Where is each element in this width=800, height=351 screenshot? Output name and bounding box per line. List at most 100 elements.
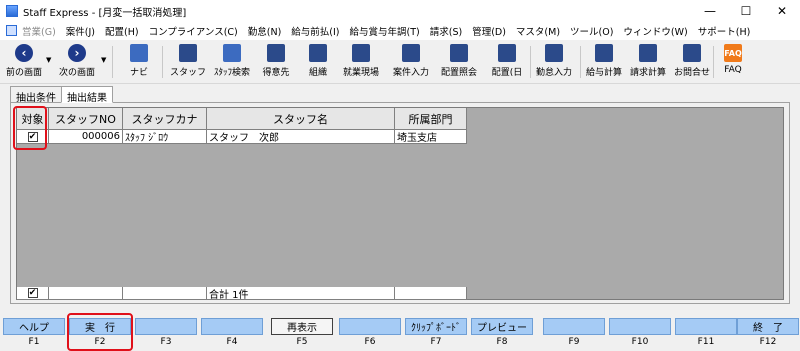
f6-face[interactable] xyxy=(339,318,401,335)
footer-cell xyxy=(395,287,467,300)
results-panel: 対象 スタッフNO スタッフカナ スタッフ名 所属部門 ✔ 000006 ｽﾀｯ… xyxy=(10,102,790,304)
menu-support[interactable]: サポート(H) xyxy=(698,24,751,38)
f8-label: F8 xyxy=(496,337,508,347)
f10-face[interactable] xyxy=(609,318,671,335)
f11-key[interactable]: F11 xyxy=(674,318,738,351)
case-input-label: 案件入力 xyxy=(392,68,429,78)
staff-name-cell[interactable]: スタッフ 次郎 xyxy=(207,130,395,144)
staff-no-cell[interactable]: 000006 xyxy=(49,130,123,144)
function-key-bar: ヘルプ F1 実 行 F2 F3 F4 再表示 F5 F6 ｸﾘｯﾌﾟﾎﾞｰﾄﾞ… xyxy=(0,318,800,351)
assignment-inquiry-button[interactable]: 配置照会 xyxy=(436,42,482,82)
f4-face[interactable] xyxy=(201,318,263,335)
attendance-input-icon xyxy=(545,44,563,62)
organization-button[interactable]: 組織 xyxy=(300,42,336,82)
next-screen-button[interactable]: › 次の画面 xyxy=(57,42,97,82)
menu-admin[interactable]: 管理(D) xyxy=(472,24,506,38)
menu-master[interactable]: マスタ(M) xyxy=(516,24,560,38)
next-dropdown-icon[interactable]: ▼ xyxy=(101,56,106,64)
tab-extraction-results[interactable]: 抽出結果 xyxy=(61,86,113,104)
f9-key[interactable]: F9 xyxy=(542,318,606,351)
staff-search-icon xyxy=(223,44,241,62)
grid-footer: ✔ 合計 1件 xyxy=(17,287,467,300)
f1-label: F1 xyxy=(28,337,40,347)
app-icon xyxy=(6,5,18,17)
prev-screen-label: 前の画面 xyxy=(5,68,42,78)
f2-execute-key[interactable]: 実 行 F2 xyxy=(68,318,132,351)
department-cell[interactable]: 埼玉支店 xyxy=(395,130,467,144)
menu-tools[interactable]: ツール(O) xyxy=(570,24,613,38)
salary-calc-button[interactable]: 給与計算 xyxy=(582,42,626,82)
staff-search-label: ｽﾀｯﾌ検索 xyxy=(213,68,250,78)
col-staff-kana-header[interactable]: スタッフカナ xyxy=(123,108,207,130)
tab-extraction-conditions[interactable]: 抽出条件 xyxy=(10,86,62,104)
col-department-header[interactable]: 所属部門 xyxy=(395,108,467,130)
f10-key[interactable]: F10 xyxy=(608,318,672,351)
f8-face[interactable]: プレビュー xyxy=(471,318,533,335)
organization-icon xyxy=(309,44,327,62)
salary-calc-icon xyxy=(595,44,613,62)
f5-face[interactable]: 再表示 xyxy=(271,318,333,335)
close-button[interactable]: ✕ xyxy=(764,0,800,22)
f5-refresh-key[interactable]: 再表示 F5 xyxy=(270,318,334,351)
f3-face[interactable] xyxy=(135,318,197,335)
faq-button[interactable]: FAQ FAQ xyxy=(720,42,746,82)
f12-exit-key[interactable]: 終 了 F12 xyxy=(736,318,800,351)
staff-search-button[interactable]: ｽﾀｯﾌ検索 xyxy=(210,42,254,82)
case-input-button[interactable]: 案件入力 xyxy=(388,42,434,82)
f7-face[interactable]: ｸﾘｯﾌﾟﾎﾞｰﾄﾞ xyxy=(405,318,467,335)
menu-compliance[interactable]: コンプライアンス(C) xyxy=(149,24,238,38)
f4-key[interactable]: F4 xyxy=(200,318,264,351)
footer-cell xyxy=(49,287,123,300)
toolbar-separator xyxy=(580,46,581,78)
maximize-button[interactable]: ☐ xyxy=(728,0,764,22)
work-site-button[interactable]: 就業現場 xyxy=(338,42,384,82)
menu-case[interactable]: 案件(J) xyxy=(66,24,95,38)
prev-screen-button[interactable]: ‹ 前の画面 xyxy=(4,42,44,82)
f3-key[interactable]: F3 xyxy=(134,318,198,351)
organization-label: 組織 xyxy=(308,68,327,78)
table-row[interactable]: ✔ 000006 ｽﾀｯﾌ ｼﾞﾛｳ スタッフ 次郎 埼玉支店 xyxy=(17,130,467,144)
window-menu-icon[interactable] xyxy=(6,25,17,36)
f2-face[interactable]: 実 行 xyxy=(69,318,131,335)
prev-dropdown-icon[interactable]: ▼ xyxy=(46,56,51,64)
staff-button[interactable]: スタッフ xyxy=(170,42,206,82)
col-staff-no-header[interactable]: スタッフNO xyxy=(49,108,123,130)
menu-advance-pay[interactable]: 給与前払(I) xyxy=(291,24,339,38)
menu-assignment[interactable]: 配置(H) xyxy=(105,24,139,38)
staff-kana-cell[interactable]: ｽﾀｯﾌ ｼﾞﾛｳ xyxy=(123,130,207,144)
menu-billing[interactable]: 請求(S) xyxy=(430,24,462,38)
contact-button[interactable]: お問合せ xyxy=(670,42,714,82)
assignment-inquiry-icon xyxy=(450,44,468,62)
toolbar: ‹ 前の画面 ▼ › 次の画面 ▼ ナビ スタッフ ｽﾀｯﾌ検索 得意先 組織 … xyxy=(0,40,800,84)
f6-key[interactable]: F6 xyxy=(338,318,402,351)
minimize-button[interactable]: — xyxy=(692,0,728,22)
f11-face[interactable] xyxy=(675,318,737,335)
f7-clipboard-key[interactable]: ｸﾘｯﾌﾟﾎﾞｰﾄﾞ F7 xyxy=(404,318,468,351)
f12-face[interactable]: 終 了 xyxy=(737,318,799,335)
f9-face[interactable] xyxy=(543,318,605,335)
menu-window[interactable]: ウィンドウ(W) xyxy=(623,24,687,38)
f1-face[interactable]: ヘルプ xyxy=(3,318,65,335)
billing-calc-button[interactable]: 請求計算 xyxy=(626,42,670,82)
f6-label: F6 xyxy=(364,337,376,347)
next-screen-label: 次の画面 xyxy=(58,68,95,78)
client-icon xyxy=(267,44,285,62)
col-staff-name-header[interactable]: スタッフ名 xyxy=(207,108,395,130)
client-button[interactable]: 得意先 xyxy=(258,42,294,82)
f8-preview-key[interactable]: プレビュー F8 xyxy=(470,318,534,351)
contact-label: お問合せ xyxy=(673,68,710,78)
navi-button[interactable]: ナビ xyxy=(124,42,154,82)
attendance-input-button[interactable]: 勤怠入力 xyxy=(532,42,576,82)
case-input-icon xyxy=(402,44,420,62)
select-all-checkbox[interactable]: ✔ xyxy=(27,288,38,298)
f1-help-key[interactable]: ヘルプ F1 xyxy=(2,318,66,351)
assignment-day-label: 配置(日 xyxy=(491,68,523,78)
arrow-left-icon: ‹ xyxy=(15,44,33,62)
menu-attendance[interactable]: 勤怠(N) xyxy=(248,24,282,38)
menu-salary[interactable]: 給与賞与年調(T) xyxy=(350,24,420,38)
menu-sales[interactable]: 営業(G) xyxy=(22,24,56,38)
client-label: 得意先 xyxy=(262,68,290,78)
footer-total: 合計 1件 xyxy=(207,287,395,300)
assignment-day-button[interactable]: 配置(日 xyxy=(484,42,530,82)
footer-check-cell[interactable]: ✔ xyxy=(17,287,49,300)
